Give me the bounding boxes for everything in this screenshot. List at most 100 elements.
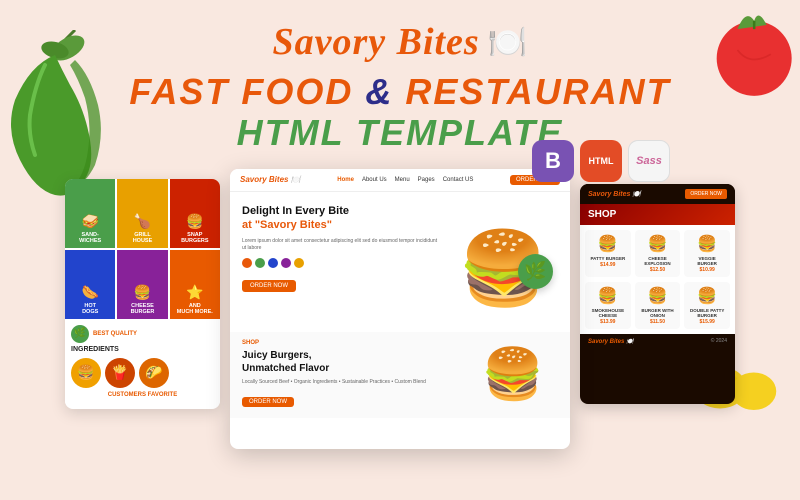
float-badge: 🌿 [518, 254, 553, 289]
product-6: 🍔 DOUBLE PATTY BURGER $15.99 [684, 282, 730, 329]
product-2-price: $12.50 [639, 267, 677, 273]
nav-menu[interactable]: Menu [395, 177, 410, 183]
product-2: 🍔 CHEESE EXPLOSION $12.50 [635, 230, 681, 277]
header: Savory Bites 🍽️ FAST FOOD & RESTAURANT H… [0, 0, 800, 154]
category-snapburgers: 🍔 SNAPBURGERS [170, 179, 220, 248]
product-5: 🍔 BURGER WITH ONION $11.50 [635, 282, 681, 329]
center-logo-icon: 🍽️ [291, 175, 301, 184]
product-5-price: $11.50 [639, 319, 677, 325]
tagline-line2: HTML TEMPLATE [0, 112, 800, 154]
hero-sub: Lorem ipsum dolor sit amet consectetur a… [242, 238, 438, 252]
section2-heading-line2: Unmatched Flavor [242, 363, 329, 374]
right-nav-logo: Savory Bites 🍽️ [588, 190, 641, 198]
tagline-fastfood: FAST FOOD [129, 71, 353, 112]
preview-center: Savory Bites 🍽️ Home About Us Menu Pages… [230, 169, 570, 449]
right-grid-row2: 🍔 SMOKEHOUSE CHEESE $13.99 🍔 BURGER WITH… [580, 282, 735, 334]
category-grid: 🥪 SAND-WICHES 🍗 GRILLHOUSE 🍔 SNAPBURGERS… [65, 179, 220, 319]
center-nav-logo: Savory Bites 🍽️ [240, 175, 301, 184]
right-logo-text: Savory Bites [588, 191, 630, 198]
right-grid-row1: 🍔 PATTY BURGER $14.99 🍔 CHEESE EXPLOSION… [580, 225, 735, 282]
category-hotdogs: 🌭 HOTDOGS [65, 250, 115, 319]
section2-cta-button[interactable]: ORDER NOW [242, 397, 294, 407]
food-item1: 🍔 [71, 358, 101, 388]
right-bottom-text: © 2024 [711, 338, 727, 344]
right-bottom-logo: Savory Bites 🍽️ [588, 338, 634, 345]
hero-cta-button[interactable]: ORDER NOW [242, 280, 296, 292]
hero-icons [242, 258, 438, 268]
preview-left: 🥪 SAND-WICHES 🍗 GRILLHOUSE 🍔 SNAPBURGERS… [65, 179, 220, 409]
product-4-img: 🍔 [589, 286, 627, 306]
product-5-img: 🍔 [639, 286, 677, 306]
nav-contact[interactable]: Contact US [443, 177, 474, 183]
category-grillhouse: 🍗 GRILLHOUSE [117, 179, 167, 248]
sandwiches-label: SAND-WICHES [79, 232, 101, 244]
category-cheeseburger: 🍔 CHEESEBURGER [117, 250, 167, 319]
hero-burger-image: 🍔 🌿 [448, 204, 558, 334]
center-hero: Delight In Every Bite at "Savory Bites" … [230, 192, 570, 332]
right-shop-title: SHOP [588, 209, 727, 220]
hero-icon-3 [268, 258, 278, 268]
customers-label: CUSTOMERS FAVORITE [71, 392, 214, 398]
hero-heading-line2: at "Savory Bites" [242, 219, 332, 231]
html-label: HTML [589, 156, 614, 166]
category-sandwiches: 🥪 SAND-WICHES [65, 179, 115, 248]
logo-area: Savory Bites 🍽️ [0, 20, 800, 64]
hero-icon-1 [242, 258, 252, 268]
tagline-connector: & [365, 71, 405, 112]
product-1-name: PATTY BURGER [589, 256, 627, 261]
bootstrap-icon: B [545, 148, 561, 174]
sass-badge: Sass [628, 140, 670, 182]
preview-section: 🥪 SAND-WICHES 🍗 GRILLHOUSE 🍔 SNAPBURGERS… [0, 169, 800, 449]
product-6-img: 🍔 [688, 286, 726, 306]
left-bottom-section: 🌿 BEST QUALITY INGREDIENTS 🍔 🍟 🌮 CUSTOME… [65, 319, 220, 404]
tech-badges: B HTML Sass [532, 140, 670, 182]
center-nav: Savory Bites 🍽️ Home About Us Menu Pages… [230, 169, 570, 192]
section2-burger-image: 🍔 [468, 340, 558, 410]
product-4-price: $13.99 [589, 319, 627, 325]
product-3-name: VEGGIE BURGER [688, 256, 726, 266]
section2-heading-line1: Juicy Burgers, [242, 350, 311, 361]
food-item3: 🌮 [139, 358, 169, 388]
product-3-img: 🍔 [688, 234, 726, 254]
sass-label: Sass [636, 155, 662, 167]
quality-label: BEST QUALITY [93, 331, 137, 337]
category-more: ⭐ ANDMUCH MORE. [170, 250, 220, 319]
product-5-name: BURGER WITH ONION [639, 308, 677, 318]
product-6-name: DOUBLE PATTY BURGER [688, 308, 726, 318]
nav-about[interactable]: About Us [362, 177, 387, 183]
bootstrap-badge: B [532, 140, 574, 182]
product-4-name: SMOKEHOUSE CHEESE [589, 308, 627, 318]
preview-right: Savory Bites 🍽️ ORDER NOW SHOP 🍔 PATTY B… [580, 184, 735, 404]
right-bottom-bar: Savory Bites 🍽️ © 2024 [580, 334, 735, 349]
hero-heading-line1: Delight In Every Bite [242, 205, 349, 217]
logo-text: Savory Bites [272, 20, 479, 64]
hotdogs-label: HOTDOGS [82, 303, 98, 315]
product-2-img: 🍔 [639, 234, 677, 254]
right-nav: Savory Bites 🍽️ ORDER NOW [580, 184, 735, 204]
nav-pages[interactable]: Pages [418, 177, 435, 183]
tagline-restaurant: RESTAURANT [405, 71, 670, 112]
hero-text: Delight In Every Bite at "Savory Bites" … [242, 204, 438, 320]
right-cta[interactable]: ORDER NOW [685, 189, 727, 199]
product-6-price: $15.99 [688, 319, 726, 325]
section2-label: SHOP [242, 340, 458, 346]
right-logo-icon: 🍽️ [632, 191, 641, 198]
cheeseburger-label: CHEESEBURGER [131, 303, 155, 315]
more-label: ANDMUCH MORE. [177, 303, 213, 315]
right-shop-banner: SHOP [580, 204, 735, 225]
center-nav-links: Home About Us Menu Pages Contact US [337, 177, 473, 183]
section2-text: SHOP Juicy Burgers, Unmatched Flavor Loc… [242, 340, 458, 410]
product-1: 🍔 PATTY BURGER $14.99 [585, 230, 631, 277]
center-logo-text: Savory Bites [240, 175, 288, 184]
hero-icon-2 [255, 258, 265, 268]
food-item2: 🍟 [105, 358, 135, 388]
html-badge: HTML [580, 140, 622, 182]
tagline-line1: FAST FOOD & RESTAURANT [0, 72, 800, 112]
product-3: 🍔 VEGGIE BURGER $10.99 [684, 230, 730, 277]
nav-home[interactable]: Home [337, 177, 354, 183]
left-icon1: 🌿 [71, 325, 89, 343]
product-1-img: 🍔 [589, 234, 627, 254]
right-product-grid: 🍔 PATTY BURGER $14.99 🍔 CHEESE EXPLOSION… [580, 225, 735, 349]
hero-icon-5 [294, 258, 304, 268]
snapburgers-label: SNAPBURGERS [181, 232, 209, 244]
